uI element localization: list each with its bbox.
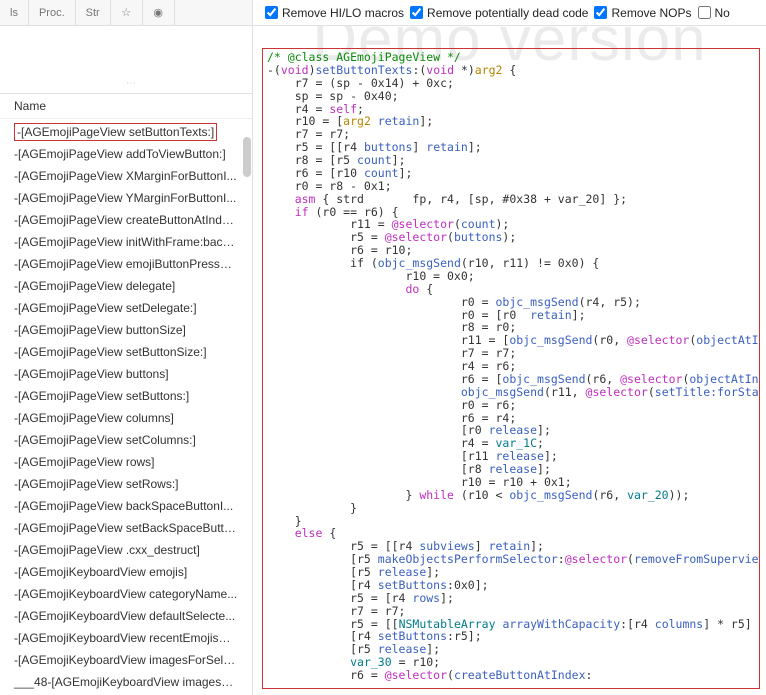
tab-ls[interactable]: ls — [0, 0, 29, 25]
checkbox-nops-input[interactable] — [594, 6, 607, 19]
list-item[interactable]: -[AGEmojiPageView XMarginForButtonI... — [0, 163, 252, 185]
list-item-label: -[AGEmojiKeyboardView recentEmojisM... — [14, 631, 239, 645]
checkbox-no-input[interactable] — [698, 6, 711, 19]
list-item-label: -[AGEmojiPageView setButtons:] — [14, 389, 189, 403]
list-item-label: -[AGEmojiPageView setRows:] — [14, 477, 179, 491]
ellipsis-icon: ⋯ — [126, 78, 136, 89]
list-item-label: -[AGEmojiPageView initWithFrame:back... — [14, 235, 239, 249]
list-item[interactable]: -[AGEmojiPageView setColumns:] — [0, 427, 252, 449]
list-item-label: -[AGEmojiPageView YMarginForButtonI... — [14, 191, 236, 205]
list-item[interactable]: -[AGEmojiPageView emojiButtonPressed:] — [0, 251, 252, 273]
list-item[interactable]: -[AGEmojiPageView initWithFrame:back... — [0, 229, 252, 251]
list-item-label: -[AGEmojiPageView setBackSpaceButto... — [14, 521, 241, 535]
checkbox-no[interactable]: No — [698, 6, 730, 20]
list-item-label: -[AGEmojiKeyboardView imagesForSele... — [14, 653, 240, 667]
list-item[interactable]: -[AGEmojiPageView .cxx_destruct] — [0, 537, 252, 559]
checkbox-dead-label: Remove potentially dead code — [427, 6, 588, 20]
tab-proc[interactable]: Proc. — [29, 0, 76, 25]
pseudocode[interactable]: /* @class AGEmojiPageView */ -(void)setB… — [263, 49, 759, 684]
pseudocode-box[interactable]: /* @class AGEmojiPageView */ -(void)setB… — [262, 48, 760, 689]
list-item-label: -[AGEmojiPageView columns] — [14, 411, 174, 425]
tab-str[interactable]: Str — [76, 0, 111, 25]
list-item-label: -[AGEmojiPageView .cxx_destruct] — [14, 543, 200, 557]
list-item[interactable]: -[AGEmojiPageView setButtons:] — [0, 383, 252, 405]
star-icon: ☆ — [121, 6, 131, 19]
list-item[interactable]: -[AGEmojiPageView setDelegate:] — [0, 295, 252, 317]
checkbox-no-label: No — [715, 6, 730, 20]
list-item-label: -[AGEmojiPageView emojiButtonPressed:] — [14, 257, 240, 271]
options-bar: Remove HI/LO macros Remove potentially d… — [253, 0, 766, 25]
list-item[interactable]: -[AGEmojiKeyboardView emojis] — [0, 559, 252, 581]
procedure-list[interactable]: -[AGEmojiPageView setButtonTexts:] -[AGEm… — [0, 119, 252, 695]
tab-star[interactable]: ☆ — [111, 0, 143, 25]
sun-icon: ◉ — [153, 6, 163, 19]
list-item[interactable]: -[AGEmojiKeyboardView categoryName... — [0, 581, 252, 603]
list-item[interactable]: -[AGEmojiPageView columns] — [0, 405, 252, 427]
checkbox-hilo-input[interactable] — [265, 6, 278, 19]
list-item[interactable]: -[AGEmojiPageView addToViewButton:] — [0, 141, 252, 163]
list-item-label: -[AGEmojiPageView setButtonTexts:] — [14, 123, 217, 141]
list-item[interactable]: -[AGEmojiPageView setButtonSize:] — [0, 339, 252, 361]
list-item[interactable]: -[AGEmojiKeyboardView imagesForSele... — [0, 647, 252, 669]
list-item[interactable]: -[AGEmojiPageView createButtonAtInde... — [0, 207, 252, 229]
list-item-label: -[AGEmojiPageView setColumns:] — [14, 433, 196, 447]
list-item-label: -[AGEmojiKeyboardView categoryName... — [14, 587, 237, 601]
list-item[interactable]: ___48-[AGEmojiKeyboardView imagesFo... — [0, 669, 252, 691]
list-item-label: ___48-[AGEmojiKeyboardView imagesFo... — [14, 675, 245, 689]
checkbox-dead-input[interactable] — [410, 6, 423, 19]
list-item-label: -[AGEmojiKeyboardView emojis] — [14, 565, 187, 579]
list-item-label: -[AGEmojiPageView backSpaceButtonI... — [14, 499, 233, 513]
list-item-label: -[AGEmojiPageView setButtonSize:] — [14, 345, 207, 359]
checkbox-hilo-label: Remove HI/LO macros — [282, 6, 404, 20]
list-item[interactable]: -[AGEmojiKeyboardView recentEmojisM... — [0, 625, 252, 647]
list-item-label: -[AGEmojiPageView buttons] — [14, 367, 169, 381]
list-item-label: -[AGEmojiPageView rows] — [14, 455, 155, 469]
list-item[interactable]: -[AGEmojiPageView buttonSize] — [0, 317, 252, 339]
checkbox-hilo[interactable]: Remove HI/LO macros — [265, 6, 404, 20]
list-item[interactable]: -[AGEmojiPageView backSpaceButtonI... — [0, 493, 252, 515]
list-item[interactable]: -[AGEmojiPageView rows] — [0, 449, 252, 471]
list-item-label: -[AGEmojiPageView delegate] — [14, 279, 175, 293]
code-pane: Demo version /* @class AGEmojiPageView *… — [253, 26, 766, 695]
checkbox-dead[interactable]: Remove potentially dead code — [410, 6, 588, 20]
list-item-label: -[AGEmojiPageView buttonSize] — [14, 323, 186, 337]
list-item[interactable]: -[AGEmojiPageView delegate] — [0, 273, 252, 295]
list-item[interactable]: -[AGEmojiKeyboardView defaultSelecte... — [0, 603, 252, 625]
list-item-label: -[AGEmojiPageView addToViewButton:] — [14, 147, 226, 161]
list-item[interactable]: -[AGEmojiPageView setBackSpaceButto... — [0, 515, 252, 537]
tab-sun[interactable]: ◉ — [143, 0, 175, 25]
list-item-label: -[AGEmojiKeyboardView defaultSelecte... — [14, 609, 235, 623]
sidebar-spacer: ⋯ — [0, 26, 252, 94]
sidebar: ⋯ Name -[AGEmojiPageView setButtonTexts:… — [0, 26, 253, 695]
list-item[interactable]: -[AGEmojiPageView YMarginForButtonI... — [0, 185, 252, 207]
checkbox-nops[interactable]: Remove NOPs — [594, 6, 691, 20]
checkbox-nops-label: Remove NOPs — [611, 6, 691, 20]
scrollbar-thumb[interactable] — [243, 137, 251, 177]
list-item-label: -[AGEmojiPageView XMarginForButtonI... — [14, 169, 237, 183]
list-item-label: -[AGEmojiPageView createButtonAtInde... — [14, 213, 239, 227]
list-item-label: -[AGEmojiPageView setDelegate:] — [14, 301, 197, 315]
sidebar-header[interactable]: Name — [0, 94, 252, 119]
left-toolbar: ls Proc. Str ☆ ◉ — [0, 0, 253, 25]
list-item[interactable]: -[AGEmojiPageView setRows:] — [0, 471, 252, 493]
list-item[interactable]: -[AGEmojiPageView setButtonTexts:] — [0, 119, 252, 141]
list-item[interactable]: -[AGEmojiPageView buttons] — [0, 361, 252, 383]
